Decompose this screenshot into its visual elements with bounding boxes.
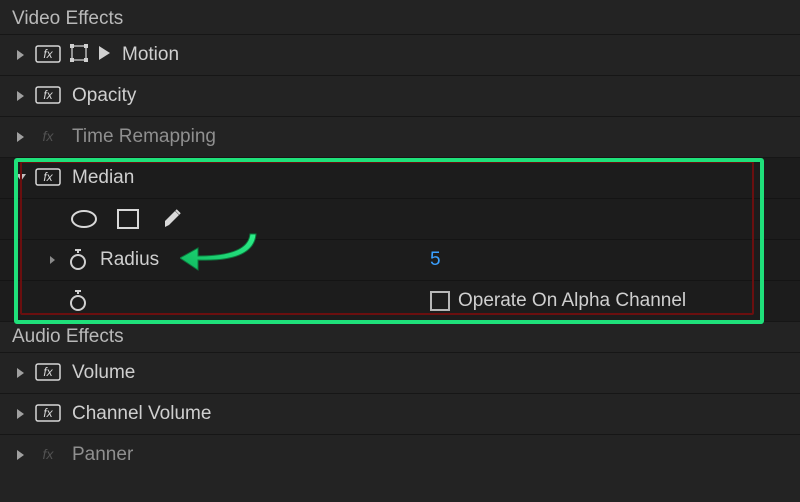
effect-label: Opacity: [72, 85, 136, 107]
chevron-down-icon[interactable]: [12, 173, 30, 183]
effect-row-channel-volume[interactable]: fx Channel Volume: [0, 393, 800, 434]
svg-text:fx: fx: [43, 88, 53, 102]
effect-label: Motion: [122, 44, 179, 66]
effect-label: Panner: [72, 444, 133, 466]
effect-controls-panel: Video Effects fx: [0, 0, 800, 502]
section-title: Audio Effects: [12, 326, 124, 347]
property-row-radius[interactable]: Radius 5: [0, 239, 800, 280]
svg-text:fx: fx: [43, 170, 53, 184]
chevron-right-icon[interactable]: [12, 408, 30, 420]
svg-text:fx: fx: [43, 128, 55, 144]
property-row-alpha: Operate On Alpha Channel: [0, 280, 800, 321]
effect-row-time-remapping[interactable]: fx Time Remapping: [0, 116, 800, 157]
effect-row-panner[interactable]: fx Panner: [0, 434, 800, 475]
section-header-audio-effects: Audio Effects: [0, 321, 800, 352]
effect-row-volume[interactable]: fx Volume: [0, 352, 800, 393]
pen-mask-icon[interactable]: [158, 205, 186, 233]
effect-label: Median: [72, 167, 134, 189]
chevron-right-icon[interactable]: [12, 449, 30, 461]
fx-badge-icon: fx: [34, 445, 62, 465]
svg-text:fx: fx: [43, 446, 55, 462]
fx-badge-icon: fx: [34, 127, 62, 147]
effect-row-median[interactable]: fx Median: [0, 157, 800, 198]
fx-badge-icon[interactable]: fx: [34, 86, 62, 106]
chevron-right-icon[interactable]: [12, 90, 30, 102]
chevron-right-icon[interactable]: [12, 49, 30, 61]
effect-label: Time Remapping: [72, 126, 216, 148]
stopwatch-icon[interactable]: [66, 289, 90, 313]
ellipse-mask-icon[interactable]: [70, 205, 98, 233]
effect-row-opacity[interactable]: fx Opacity: [0, 75, 800, 116]
effect-group-median: fx Median: [0, 157, 800, 321]
checkbox-alpha[interactable]: [430, 291, 450, 311]
motion-transform-icons: [68, 42, 112, 69]
fx-badge-icon[interactable]: fx: [34, 168, 62, 188]
fx-badge-icon[interactable]: fx: [34, 363, 62, 383]
svg-text:fx: fx: [43, 365, 53, 379]
svg-text:fx: fx: [43, 47, 53, 61]
property-label: Radius: [100, 249, 159, 271]
effect-row-motion[interactable]: fx Motion: [0, 34, 800, 75]
section-header-video-effects: Video Effects: [0, 0, 800, 34]
rectangle-mask-icon[interactable]: [114, 205, 142, 233]
transform-bounds-icon[interactable]: [68, 42, 90, 69]
chevron-right-icon[interactable]: [46, 255, 60, 265]
mask-tools-row: [0, 198, 800, 239]
stopwatch-icon[interactable]: [66, 248, 90, 272]
svg-text:fx: fx: [43, 406, 53, 420]
effect-label: Channel Volume: [72, 403, 211, 425]
fx-badge-icon[interactable]: fx: [34, 45, 62, 65]
checkbox-label: Operate On Alpha Channel: [458, 290, 686, 312]
play-icon[interactable]: [98, 45, 112, 66]
effect-label: Volume: [72, 362, 135, 384]
section-title: Video Effects: [12, 8, 123, 29]
chevron-right-icon[interactable]: [12, 131, 30, 143]
property-value-radius[interactable]: 5: [430, 249, 441, 271]
chevron-right-icon[interactable]: [12, 367, 30, 379]
fx-badge-icon[interactable]: fx: [34, 404, 62, 424]
